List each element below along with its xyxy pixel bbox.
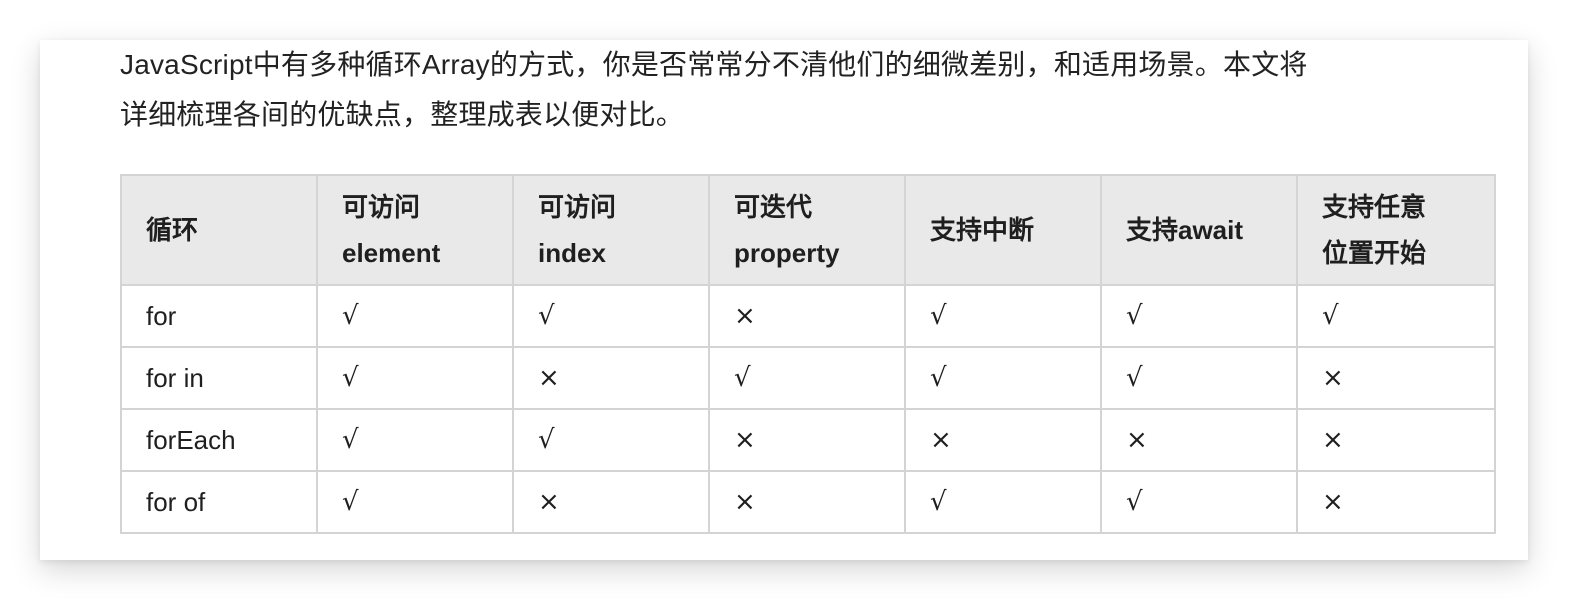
header-loop: 循环 — [120, 174, 318, 286]
cell-access-element: √ — [316, 470, 514, 534]
cell-iterate-property: × — [708, 284, 906, 348]
cell-support-break: × — [904, 408, 1102, 472]
cell-support-break: √ — [904, 470, 1102, 534]
cell-access-index: × — [512, 470, 710, 534]
header-access-element: 可访问 element — [316, 174, 514, 286]
cell-support-break: √ — [904, 346, 1102, 410]
header-row: 循环 可访问 element 可访问 index 可迭代 property 支持… — [120, 174, 1496, 286]
cell-support-await: √ — [1100, 284, 1298, 348]
intro-paragraph: JavaScript中有多种循环Array的方式，你是否常常分不清他们的细微差别… — [120, 40, 1480, 140]
table-header: 循环 可访问 element 可访问 index 可迭代 property 支持… — [120, 174, 1496, 286]
cell-iterate-property: × — [708, 470, 906, 534]
cell-start-anywhere: √ — [1296, 284, 1496, 348]
header-start-anywhere: 支持任意 位置开始 — [1296, 174, 1496, 286]
header-access-index: 可访问 index — [512, 174, 710, 286]
cell-access-index: × — [512, 346, 710, 410]
cell-start-anywhere: × — [1296, 470, 1496, 534]
header-support-break: 支持中断 — [904, 174, 1102, 286]
cell-support-await: √ — [1100, 470, 1298, 534]
cell-access-element: √ — [316, 408, 514, 472]
table-row: for √ √ × √ √ √ — [120, 284, 1496, 348]
cell-loop-name: forEach — [120, 408, 318, 472]
cell-access-element: √ — [316, 346, 514, 410]
cell-start-anywhere: × — [1296, 346, 1496, 410]
cell-iterate-property: × — [708, 408, 906, 472]
header-support-await: 支持await — [1100, 174, 1298, 286]
article-card: JavaScript中有多种循环Array的方式，你是否常常分不清他们的细微差别… — [40, 40, 1528, 560]
cell-start-anywhere: × — [1296, 408, 1496, 472]
header-iterate-property: 可迭代 property — [708, 174, 906, 286]
cell-loop-name: for — [120, 284, 318, 348]
cell-loop-name: for in — [120, 346, 318, 410]
intro-line-1: JavaScript中有多种循环Array的方式，你是否常常分不清他们的细微差别… — [120, 49, 1308, 80]
cell-support-await: √ — [1100, 346, 1298, 410]
cell-access-element: √ — [316, 284, 514, 348]
cell-access-index: √ — [512, 284, 710, 348]
cell-support-break: √ — [904, 284, 1102, 348]
cell-loop-name: for of — [120, 470, 318, 534]
cell-iterate-property: √ — [708, 346, 906, 410]
table-row: forEach √ √ × × × × — [120, 408, 1496, 472]
table-row: for of √ × × √ √ × — [120, 470, 1496, 534]
table-body: for √ √ × √ √ √ for in √ × √ √ √ × forEa… — [120, 284, 1496, 534]
cell-support-await: × — [1100, 408, 1298, 472]
table-row: for in √ × √ √ √ × — [120, 346, 1496, 410]
cell-access-index: √ — [512, 408, 710, 472]
loop-comparison-table: 循环 可访问 element 可访问 index 可迭代 property 支持… — [120, 174, 1496, 534]
intro-line-2: 详细梳理各间的优缺点，整理成表以便对比。 — [120, 99, 685, 130]
